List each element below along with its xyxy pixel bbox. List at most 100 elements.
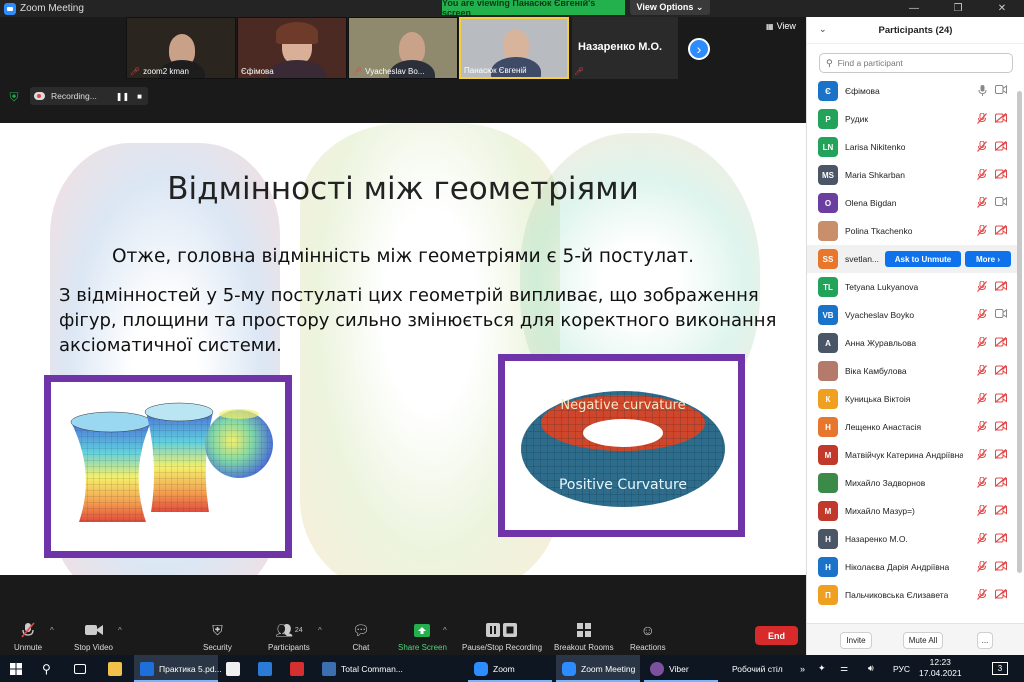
chat-button[interactable]: 💬︎ Chat <box>352 622 370 653</box>
shared-screen-slide: Відмінності між геометріями Отже, головн… <box>0 123 806 575</box>
video-options-caret[interactable]: ^ <box>118 626 122 635</box>
reactions-button[interactable]: ☺︎ Reactions <box>630 622 666 652</box>
participant-row[interactable]: Віка Камбулова <box>807 357 1017 385</box>
start-button[interactable] <box>10 655 22 682</box>
participant-row[interactable]: А Анна Журавльова <box>807 329 1017 357</box>
store-icon[interactable] <box>226 655 240 682</box>
participant-row[interactable]: М Матвійчук Катерина Андріївна <box>807 441 1017 469</box>
taskbar-item[interactable]: Zoom <box>468 655 552 682</box>
participants-panel: ⌄ Participants (24) ⚲ ЄЄфімоваР РудикLNL… <box>806 17 1024 655</box>
encryption-shield-icon[interactable]: ⛨ <box>6 89 22 105</box>
language-indicator[interactable]: РУС <box>893 655 910 682</box>
minimize-button[interactable]: — <box>892 0 936 17</box>
pause-stop-recording-button[interactable]: Pause/Stop Recording <box>462 622 542 652</box>
participant-row[interactable]: Н Ніколаєва Дарія Андріївна <box>807 553 1017 581</box>
participants-button[interactable]: 👥︎ 24 Participants <box>268 622 310 653</box>
taskbar-clock[interactable]: 12:23 17.04.2021 <box>919 657 962 679</box>
mic-muted-icon: 🎤︎ <box>574 67 585 76</box>
next-page-arrow-button[interactable]: › <box>688 38 710 60</box>
collapse-panel-icon[interactable]: ⌄ <box>819 24 827 35</box>
view-button[interactable]: ▦ View <box>766 21 796 31</box>
close-button[interactable]: ✕ <box>980 0 1024 17</box>
view-options-button[interactable]: View Options ⌄ <box>630 0 710 15</box>
mic-muted-icon: 🎤︎ <box>352 67 363 76</box>
participant-list-scrollbar[interactable] <box>1017 91 1022 573</box>
window-controls: — ❐ ✕ <box>892 0 1024 17</box>
volume-icon[interactable]: 🔊︎ <box>868 655 874 682</box>
participant-row[interactable]: TL Tetyana Lukyanova <box>807 273 1017 301</box>
participant-avatar: TL <box>818 277 838 297</box>
network-icon[interactable]: ⚌ <box>840 655 848 682</box>
video-tile-name: 🎤︎ zoom2 kman <box>130 67 189 76</box>
video-off-icon <box>995 281 1007 292</box>
video-tile[interactable]: 🎤︎ zoom2 kman <box>126 17 236 79</box>
participant-row[interactable]: П Пальчиковська Єлизавета <box>807 581 1017 609</box>
mute-all-button[interactable]: Mute All <box>903 632 943 649</box>
share-screen-button[interactable]: Share Screen <box>398 622 447 652</box>
video-tile[interactable]: Назаренко М.О. 🎤︎ <box>572 17 678 79</box>
video-tile-active-speaker[interactable]: Панасюк Євгеній <box>459 17 569 79</box>
taskbar-item[interactable]: Практика 5.pd... <box>134 655 222 682</box>
torus-curvature-image: Negative curvature Positive Curvature <box>521 391 725 507</box>
taskbar-item[interactable]: Zoom Meeting <box>556 655 640 682</box>
participant-search-input[interactable] <box>837 58 1008 68</box>
participant-avatar: LN <box>818 137 838 157</box>
participant-row[interactable]: O Olena Bigdan <box>807 189 1017 217</box>
desktop-toolbar[interactable]: Робочий стіл <box>732 655 783 682</box>
video-tile[interactable]: Єфімова <box>237 17 347 79</box>
stop-video-button[interactable]: Stop Video <box>74 622 113 652</box>
mic-muted-icon <box>977 309 987 320</box>
taskbar-item[interactable]: Viber <box>644 655 718 682</box>
participant-row[interactable]: Р Рудик <box>807 105 1017 133</box>
participant-avatar: Н <box>818 417 838 437</box>
notifications-button[interactable]: 3 <box>992 655 1008 682</box>
pause-recording-button[interactable]: ❚❚ <box>116 92 129 101</box>
share-options-caret[interactable]: ^ <box>443 626 447 635</box>
participant-avatar: VB <box>818 305 838 325</box>
participant-row[interactable]: LN Larisa Nikitenko <box>807 133 1017 161</box>
participant-row[interactable]: VB Vyacheslav Boyko <box>807 301 1017 329</box>
participant-status-icons <box>977 477 1007 488</box>
participant-body <box>268 60 326 78</box>
search-icon[interactable]: ⚲ <box>42 655 51 682</box>
mic-muted-icon <box>977 393 987 404</box>
invite-button[interactable]: Invite <box>840 632 872 649</box>
video-tile-name: 🎤︎ Vyacheslav Bo... <box>352 67 425 76</box>
participant-row[interactable]: Н Лещенко Анастасія <box>807 413 1017 441</box>
video-off-icon <box>995 337 1007 348</box>
participant-row[interactable]: Є Єфімова <box>807 77 1017 105</box>
participant-name: Михайло Мазур=) <box>845 506 915 516</box>
video-off-icon <box>995 505 1007 516</box>
taskbar-item[interactable]: Total Comman... <box>316 655 403 682</box>
participant-more-button[interactable]: More › <box>965 251 1011 267</box>
stop-recording-button[interactable]: ■ <box>137 92 142 101</box>
file-explorer-icon[interactable] <box>108 655 122 682</box>
more-options-button[interactable]: ... <box>977 632 993 649</box>
participant-status-icons <box>977 197 1007 208</box>
participant-row[interactable]: М Михайло Мазур=) <box>807 497 1017 525</box>
video-off-icon <box>995 477 1007 488</box>
unmute-button[interactable]: Unmute <box>14 622 42 652</box>
end-meeting-button[interactable]: End <box>755 626 798 645</box>
breakout-rooms-button[interactable]: Breakout Rooms <box>554 622 614 652</box>
mail-icon[interactable] <box>258 655 272 682</box>
task-view-icon[interactable] <box>74 655 86 682</box>
app-icon[interactable] <box>290 655 304 682</box>
security-button[interactable]: ⛨ Security <box>203 622 232 653</box>
tray-overflow-icon[interactable]: » <box>800 655 805 682</box>
participant-row[interactable]: Н Назаренко М.О. <box>807 525 1017 553</box>
participant-row[interactable]: SS svetlan... Ask to Unmute More › <box>807 245 1017 273</box>
video-tile[interactable]: 🎤︎ Vyacheslav Bo... <box>348 17 458 79</box>
participant-row[interactable]: Polina Tkachenko <box>807 217 1017 245</box>
video-camera-icon <box>995 85 1007 96</box>
audio-options-caret[interactable]: ^ <box>50 626 54 635</box>
ask-to-unmute-button[interactable]: Ask to Unmute <box>885 251 961 267</box>
participant-name: Tetyana Lukyanova <box>845 282 919 292</box>
maximize-button[interactable]: ❐ <box>936 0 980 17</box>
tray-app-icon[interactable]: ✦ <box>818 655 826 682</box>
participant-row[interactable]: К Куницька Віктоія <box>807 385 1017 413</box>
participant-row[interactable]: MS Maria Shkarban <box>807 161 1017 189</box>
participant-status-icons <box>977 421 1007 432</box>
participant-row[interactable]: Михайло Задворнов <box>807 469 1017 497</box>
participants-options-caret[interactable]: ^ <box>318 626 322 635</box>
